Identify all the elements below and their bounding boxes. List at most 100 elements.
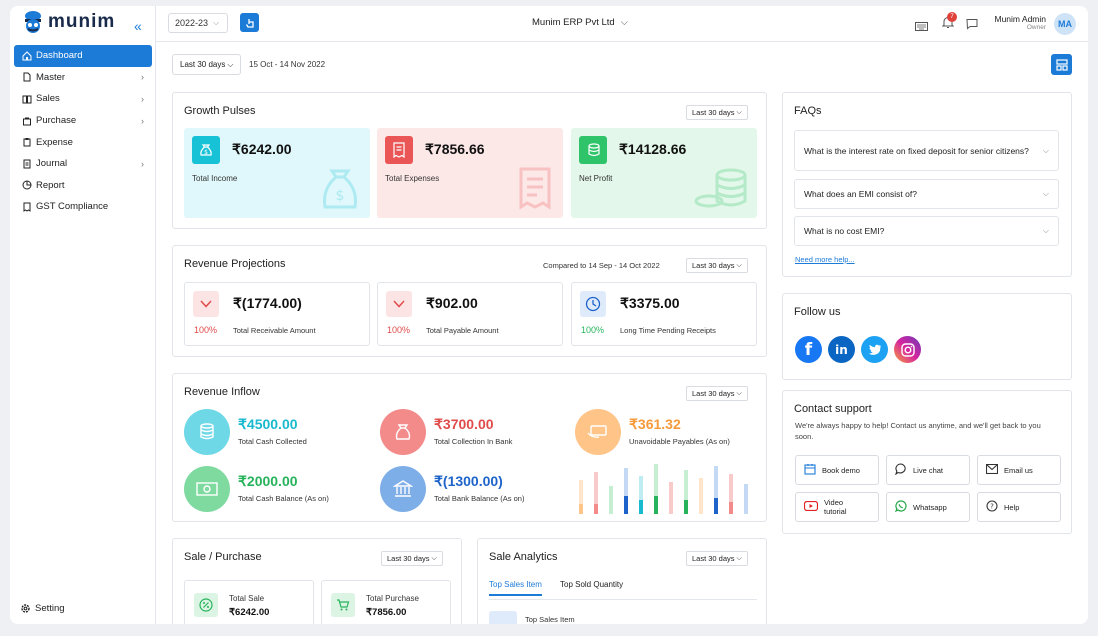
facebook-icon[interactable]: f (795, 336, 822, 363)
collapse-sidebar-icon[interactable]: « (134, 18, 142, 34)
sidebar-item-setting[interactable]: Setting (20, 603, 65, 614)
sidebar-item-dashboard[interactable]: Dashboard (14, 45, 152, 67)
date-range-text: 15 Oct - 14 Nov 2022 (249, 60, 326, 69)
growth-period-dropdown[interactable]: Last 30 days ⌵ (686, 105, 748, 120)
home-icon (21, 50, 32, 61)
revenue-projections-card: Revenue Projections Compared to 14 Sep -… (172, 245, 767, 357)
contact-support-card: Contact support We're always happy to he… (782, 390, 1072, 534)
sidebar-item-journal[interactable]: Journal › (14, 153, 152, 175)
book-demo-button[interactable]: Book demo (795, 455, 879, 485)
net-profit-tile[interactable]: ₹14128.66 Net Profit (571, 128, 757, 218)
shopping-cart-icon (331, 593, 355, 617)
pending-receipts-tile[interactable]: ₹3375.00 100% Long Time Pending Receipts (571, 282, 757, 346)
sidebar-item-report[interactable]: Report (14, 175, 152, 197)
keyboard-icon[interactable] (915, 18, 928, 36)
unavoidable-payables-amount: ₹361.32 (629, 416, 681, 432)
bank-balance-label: Total Bank Balance (As on) (434, 494, 525, 503)
customize-dashboard-button[interactable] (1051, 54, 1072, 75)
total-purchase-amount: ₹7856.00 (366, 607, 407, 618)
total-expenses-tile[interactable]: ₹7856.66 Total Expenses (377, 128, 563, 218)
total-income-amount: ₹6242.00 (232, 141, 292, 157)
cash-collected-label: Total Cash Collected (238, 437, 307, 446)
instagram-icon[interactable] (894, 336, 921, 363)
receipt-icon (385, 136, 413, 164)
card-title: Revenue Inflow (184, 386, 260, 398)
linkedin-icon[interactable]: in (828, 336, 855, 363)
financial-year-select[interactable]: 2022-23 ⌵ (168, 13, 228, 33)
faq-item[interactable]: What is the interest rate on fixed depos… (794, 130, 1059, 171)
tab-top-sales-item[interactable]: Top Sales Item (489, 580, 542, 596)
pie-icon (21, 180, 32, 191)
sidebar-item-label: GST Compliance (36, 201, 109, 213)
payable-tile[interactable]: ₹902.00 100% Total Payable Amount (377, 282, 563, 346)
sidebar-item-sales[interactable]: Sales › (14, 88, 152, 110)
help-button[interactable]: ? Help (977, 492, 1061, 522)
faqs-card: FAQs What is the interest rate on fixed … (782, 92, 1072, 277)
dropdown-value: Last 30 days (387, 554, 430, 563)
avatar[interactable]: MA (1054, 13, 1076, 35)
decorative-bars-illustration (579, 464, 748, 514)
chevron-down-icon: ⌵ (1042, 226, 1049, 235)
sidebar-item-purchase[interactable]: Purchase › (14, 110, 152, 132)
sidebar-item-gst-compliance[interactable]: GST Compliance (14, 196, 152, 218)
total-income-tile[interactable]: $ ₹6242.00 Total Income $ (184, 128, 370, 218)
inflow-period-dropdown[interactable]: Last 30 days ⌵ (686, 386, 748, 401)
net-profit-amount: ₹14128.66 (619, 141, 687, 157)
dropdown-value: Last 30 days (692, 389, 735, 398)
faq-item[interactable]: What is no cost EMI? ⌵ (794, 216, 1059, 246)
clock-icon (580, 291, 606, 317)
touch-mode-button[interactable] (240, 13, 259, 32)
bank-balance-item[interactable]: ₹(1300.00) Total Bank Balance (As on) (380, 466, 570, 514)
cash-balance-item[interactable]: ₹2000.00 Total Cash Balance (As on) (184, 466, 374, 514)
sidebar-item-master[interactable]: Master › (14, 67, 152, 89)
chevron-down-icon: ⌵ (431, 554, 437, 562)
need-more-help-link[interactable]: Need more help... (795, 255, 855, 264)
projections-period-dropdown[interactable]: Last 30 days ⌵ (686, 258, 748, 273)
sale-purchase-period-dropdown[interactable]: Last 30 days ⌵ (381, 551, 443, 566)
sidebar-item-label: Journal (36, 158, 68, 170)
company-selector[interactable]: Munim ERP Pvt Ltd ⌵ (532, 17, 628, 28)
analytics-period-dropdown[interactable]: Last 30 days ⌵ (686, 551, 748, 566)
question-circle-icon: ? (986, 500, 998, 514)
chat-bubble-icon (895, 463, 907, 477)
chevron-down-icon: ⌵ (736, 389, 742, 397)
faq-item[interactable]: What does an EMI consist of? ⌵ (794, 179, 1059, 209)
sidebar-item-expense[interactable]: Expense (14, 131, 152, 153)
layout-icon (1055, 58, 1068, 71)
button-label: Video tutorial (824, 498, 847, 516)
card-title: Sale / Purchase (184, 551, 262, 563)
book-icon (21, 93, 32, 104)
receivable-tile[interactable]: ₹(1774.00) 100% Total Receivable Amount (184, 282, 370, 346)
message-icon[interactable] (966, 17, 978, 35)
email-us-button[interactable]: Email us (977, 455, 1061, 485)
video-tutorial-button[interactable]: Video tutorial (795, 492, 879, 522)
whatsapp-button[interactable]: Whatsapp (886, 492, 970, 522)
cash-collected-amount: ₹4500.00 (238, 416, 298, 432)
logo[interactable]: munim (22, 10, 115, 34)
cash-balance-amount: ₹2000.00 (238, 473, 298, 489)
live-chat-button[interactable]: Live chat (886, 455, 970, 485)
twitter-icon[interactable] (861, 336, 888, 363)
total-purchase-tile[interactable]: Total Purchase ₹7856.00 (321, 580, 451, 624)
bank-collection-item[interactable]: ₹3700.00 Total Collection In Bank (380, 409, 570, 457)
total-purchase-label: Total Purchase (366, 594, 419, 603)
user-info[interactable]: Munim Admin Owner (988, 14, 1047, 31)
total-sale-tile[interactable]: Total Sale ₹6242.00 (184, 580, 314, 624)
money-bag-icon: $ (192, 136, 220, 164)
sidebar-item-label: Master (36, 71, 66, 83)
pending-receipts-percent: 100% (581, 325, 605, 335)
financial-year-value: 2022-23 (175, 18, 209, 28)
date-filter-dropdown[interactable]: Last 30 days ⌵ (172, 54, 242, 75)
card-title: Contact support (794, 403, 872, 415)
growth-pulses-card: Growth Pulses Last 30 days ⌵ $ ₹6242.00 T… (172, 92, 767, 229)
unavoidable-payables-item[interactable]: ₹361.32 Unavoidable Payables (As on) (575, 409, 765, 457)
company-name: Munim ERP Pvt Ltd (532, 17, 615, 28)
sidebar-item-label: Expense (36, 136, 73, 148)
coins-icon (579, 136, 607, 164)
cash-collected-item[interactable]: ₹4500.00 Total Cash Collected (184, 409, 374, 457)
hand-pointer-icon (245, 18, 254, 28)
chevron-down-icon: ⌵ (213, 18, 220, 27)
support-text: We're always happy to help! Contact us a… (795, 421, 1041, 441)
chevron-down-icon: ⌵ (1042, 189, 1049, 198)
tab-top-sold-quantity[interactable]: Top Sold Quantity (560, 580, 623, 589)
